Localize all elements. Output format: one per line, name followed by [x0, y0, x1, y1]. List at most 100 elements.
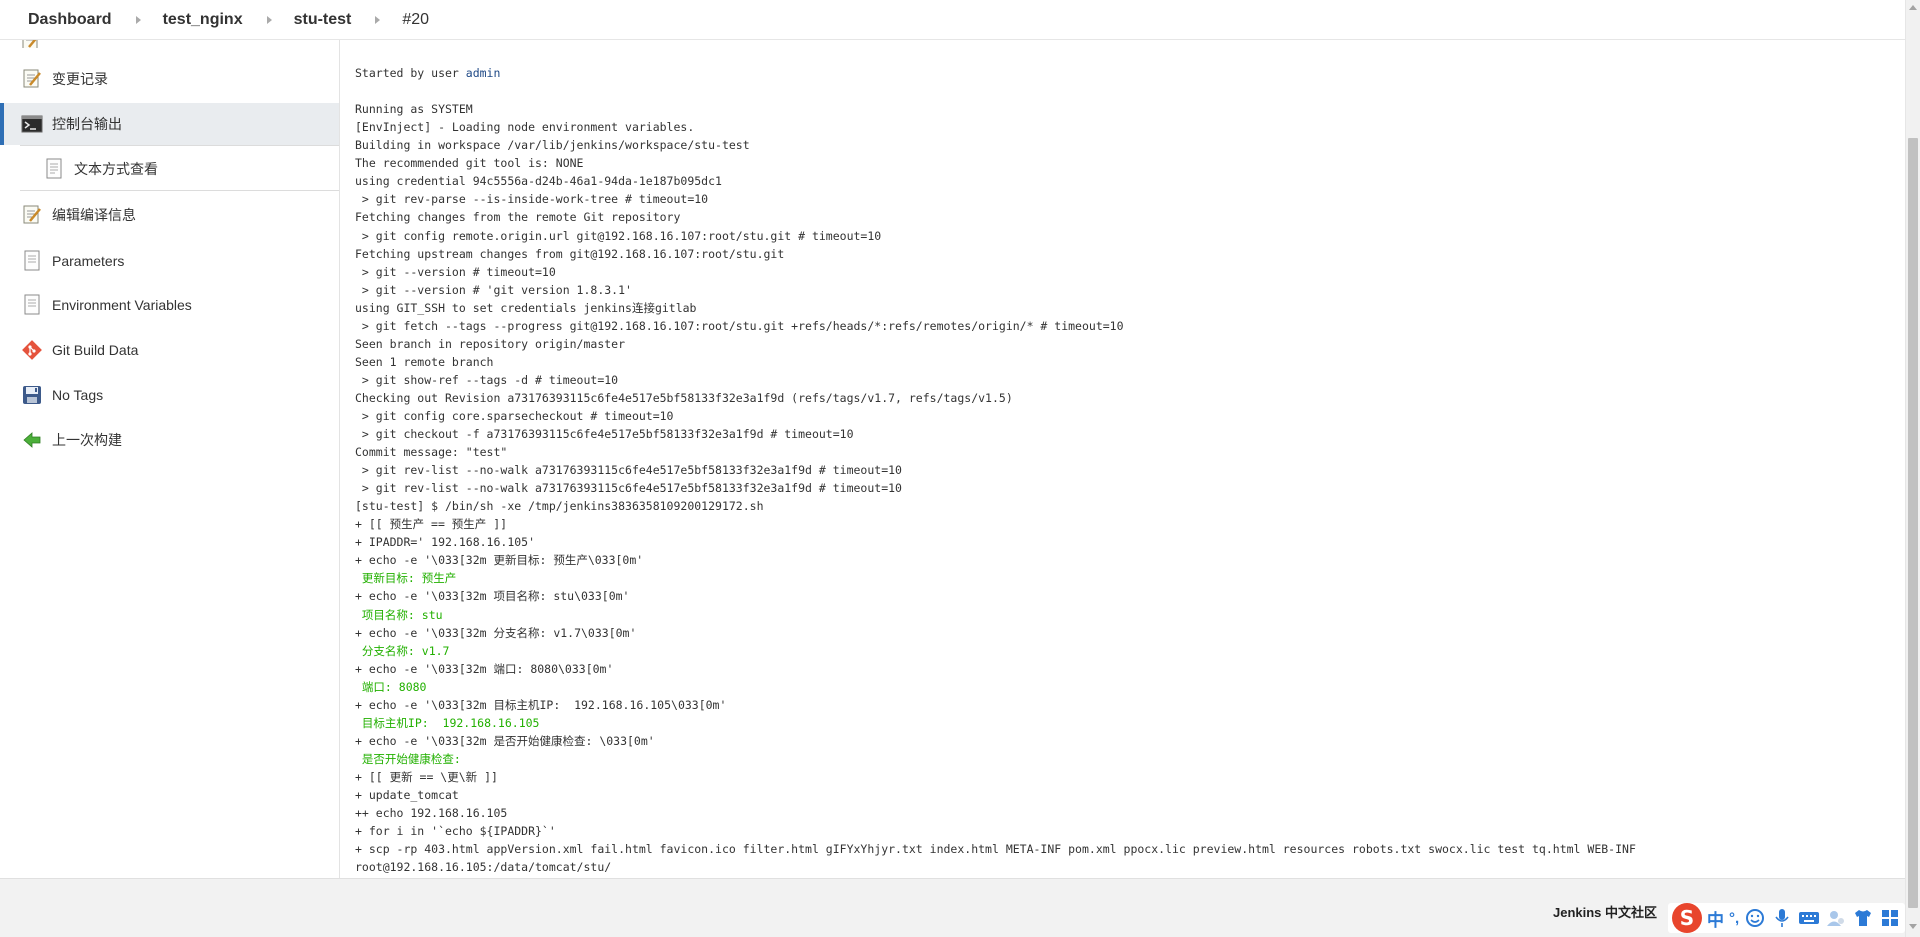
console-line: + echo -e '\033[32m 更新目标: 预生产\033[0m' [355, 553, 644, 568]
console-line: Seen 1 remote branch [355, 354, 494, 369]
console-line: 端口: 8080 [355, 679, 427, 694]
console-line: > git --version # 'git version 1.8.3.1' [355, 282, 632, 297]
footer: Jenkins 中文社区 [0, 878, 1905, 937]
floppy-disk-icon [20, 383, 44, 407]
sidebar-item-label: 控制台输出 [52, 116, 122, 132]
console-line: + IPADDR=' 192.168.16.105' [355, 535, 536, 550]
sogou-logo-icon[interactable]: S [1672, 903, 1702, 933]
sidebar-item-label: Parameters [52, 253, 125, 269]
sidebar-item-git-build-data[interactable]: Git Build Data [0, 329, 339, 371]
console-line: Fetching changes from the remote Git rep… [355, 210, 681, 225]
console-line: > git checkout -f a73176393115c6fe4e517e… [355, 427, 854, 442]
sidebar-item-parameters[interactable]: Parameters [0, 240, 339, 282]
console-line: 分支名称: v1.7 [355, 643, 450, 658]
sidebar-item-changes[interactable]: 变更记录 [0, 58, 339, 100]
sidebar-item-label: 文本方式查看 [74, 161, 158, 177]
sidebar-item-console-output[interactable]: 控制台输出 [0, 103, 339, 145]
console-line: Seen branch in repository origin/master [355, 336, 626, 351]
console-line: 目标主机IP: 192.168.16.105 [355, 715, 540, 730]
sidebar-item-edit-build-info[interactable]: 编辑编译信息 [0, 194, 339, 236]
notepad-icon [20, 203, 44, 227]
console-line: + [[ 更新 == \更\新 ]] [355, 769, 498, 784]
git-icon [20, 338, 44, 362]
console-line: + update_tomcat [355, 787, 459, 802]
console-output: Started by user admin Running as SYSTEM [… [355, 28, 1895, 894]
console-line: [EnvInject] - Loading node environment v… [355, 120, 695, 135]
document-icon [20, 293, 44, 317]
scroll-down-icon[interactable] [1909, 924, 1917, 929]
console-line: > git fetch --tags --progress git@192.16… [355, 318, 1124, 333]
microphone-icon[interactable] [1771, 907, 1793, 929]
console-line: [stu-test] $ /bin/sh -xe /tmp/jenkins383… [355, 499, 764, 514]
user-icon[interactable] [1825, 907, 1847, 929]
console-line: > git rev-list --no-walk a73176393115c6f… [355, 481, 902, 496]
emoji-icon[interactable] [1744, 907, 1766, 929]
console-line: + echo -e '\033[32m 端口: 8080\033[0m' [355, 661, 614, 676]
console-line: + scp -rp 403.html appVersion.xml fail.h… [355, 842, 1636, 857]
console-line: + echo -e '\033[32m 项目名称: stu\033[0m' [355, 589, 630, 604]
console-line: > git rev-parse --is-inside-work-tree # … [355, 192, 709, 207]
scroll-up-icon[interactable] [1909, 5, 1917, 10]
console-line: + echo -e '\033[32m 分支名称: v1.7\033[0m' [355, 625, 637, 640]
console-line: + echo -e '\033[32m 是否开始健康检查: \033[0m' [355, 733, 655, 748]
console-line: Building in workspace /var/lib/jenkins/w… [355, 138, 750, 153]
console-line: > git show-ref --tags -d # timeout=10 [355, 372, 619, 387]
sidebar-item-label: 变更记录 [52, 71, 108, 87]
console-line: + echo -e '\033[32m 目标主机IP: 192.168.16.1… [355, 697, 727, 712]
ime-punctuation-toggle[interactable]: °, [1729, 910, 1739, 927]
console-line: + [[ 预生产 == 预生产 ]] [355, 517, 508, 532]
console-line: using credential 94c5556a-d24b-46a1-94da… [355, 174, 722, 189]
console-line: 是否开始健康检查: [355, 751, 461, 766]
console-line: Running as SYSTEM [355, 102, 473, 117]
document-icon [20, 249, 44, 273]
ime-toolbar: S 中 °, [1668, 903, 1906, 933]
ime-language-toggle[interactable]: 中 [1707, 906, 1724, 931]
console-line: + for i in '`echo ${IPADDR}`' [355, 824, 556, 839]
breadcrumb-separator-icon [266, 15, 272, 24]
console-line: > git config core.sparsecheckout # timeo… [355, 408, 674, 423]
breadcrumb-dashboard[interactable]: Dashboard [28, 11, 112, 29]
console-line: 项目名称: stu [355, 607, 443, 622]
console-line: ++ echo 192.168.16.105 [355, 806, 508, 821]
divider [20, 145, 339, 146]
console-line: Fetching upstream changes from git@192.1… [355, 246, 785, 261]
shirt-icon[interactable] [1852, 907, 1874, 929]
back-arrow-icon [20, 428, 44, 452]
console-line: The recommended git tool is: NONE [355, 156, 584, 171]
vertical-scrollbar[interactable] [1905, 0, 1920, 937]
console-line: Checking out Revision a73176393115c6fe4e… [355, 390, 1013, 405]
console-line: using GIT_SSH to set credentials jenkins… [355, 300, 697, 315]
sidebar-item-label: Git Build Data [52, 342, 139, 358]
divider [20, 190, 339, 191]
console-line: root@192.168.16.105:/data/tomcat/stu/ [355, 860, 612, 875]
console-line: Started by user admin [355, 66, 501, 81]
console-line: > git --version # timeout=10 [355, 264, 556, 279]
breadcrumb-stu-test[interactable]: stu-test [294, 11, 352, 29]
sidebar-item-label: 上一次构建 [52, 432, 122, 448]
sidebar-item-label: No Tags [52, 387, 104, 403]
terminal-icon [20, 112, 44, 136]
keyboard-icon[interactable] [1798, 907, 1820, 929]
console-line: 更新目标: 预生产 [355, 571, 457, 586]
console-line: > git rev-list --no-walk a73176393115c6f… [355, 463, 902, 478]
grid-icon[interactable] [1879, 907, 1901, 929]
sidebar: 变更记录 控制台输出 文本方式查看 编辑编译信息 Parameters Envi… [0, 31, 340, 878]
console-line: > git config remote.origin.url git@192.1… [355, 228, 882, 243]
sidebar-item-view-as-plain-text[interactable]: 文本方式查看 [0, 148, 339, 190]
breadcrumb-test-nginx[interactable]: test_nginx [163, 11, 243, 29]
scrollbar-thumb[interactable] [1908, 138, 1918, 908]
breadcrumb-build-number[interactable]: #20 [402, 11, 429, 29]
breadcrumb-separator-icon [375, 15, 381, 24]
notepad-icon [20, 67, 44, 91]
console-line: Commit message: "test" [355, 445, 508, 460]
sidebar-item-no-tags[interactable]: No Tags [0, 374, 339, 416]
jenkins-community-link[interactable]: Jenkins 中文社区 [1553, 902, 1657, 921]
breadcrumb-separator-icon [135, 15, 141, 24]
breadcrumb: Dashboard test_nginx stu-test #20 [0, 0, 1905, 40]
sidebar-item-previous-build[interactable]: 上一次构建 [0, 419, 339, 461]
document-icon [42, 157, 66, 181]
user-link[interactable]: admin [466, 66, 501, 80]
sidebar-item-label: 编辑编译信息 [52, 207, 136, 223]
sidebar-item-environment-variables[interactable]: Environment Variables [0, 284, 339, 326]
sidebar-item-label: Environment Variables [52, 297, 192, 313]
